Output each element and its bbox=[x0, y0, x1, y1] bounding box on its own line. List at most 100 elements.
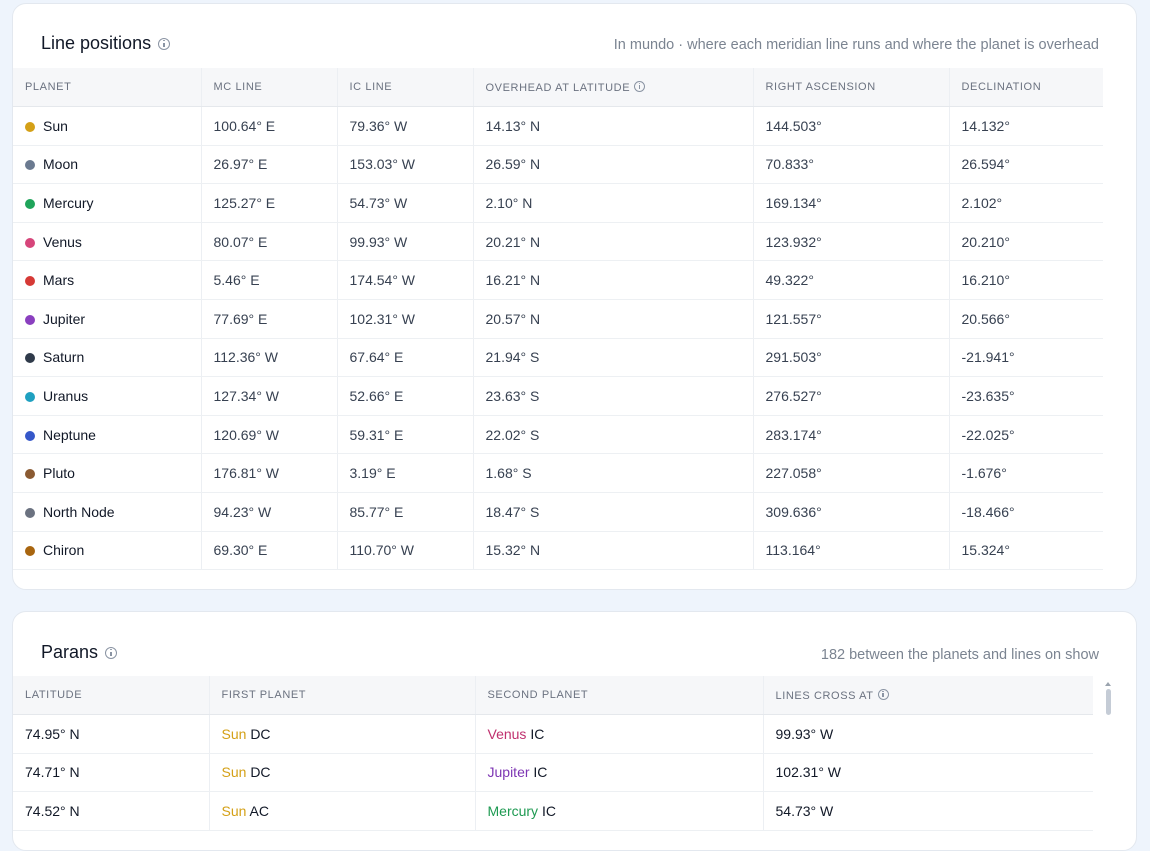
column-header-lines-cross-at-label: LINES CROSS AT bbox=[775, 689, 874, 702]
right-ascension-cell: 123.932° bbox=[753, 222, 950, 262]
table-row: Mars 5.46° E 174.54° W 16.21° N 49.322° 16.21… bbox=[13, 260, 1103, 300]
info-icon[interactable] bbox=[158, 37, 171, 50]
table-row: North Node 94.23° W 85.77° E 18.47° S 309.63… bbox=[13, 492, 1103, 532]
ic-line-cell: 174.54° W bbox=[337, 260, 474, 300]
right-ascension-cell: 227.058° bbox=[753, 453, 950, 493]
column-header-mc-line[interactable]: MC LINE bbox=[201, 68, 338, 107]
info-icon[interactable] bbox=[105, 646, 118, 659]
column-header-planet[interactable]: PLANET bbox=[13, 68, 202, 107]
overhead-latitude-cell: 2.10° N bbox=[473, 183, 754, 223]
column-header-right-ascension[interactable]: RIGHT ASCENSION bbox=[753, 68, 950, 107]
mc-line-cell: 80.07° E bbox=[201, 222, 338, 262]
lines-cross-at-cell: 102.31° W bbox=[763, 753, 1093, 793]
first-planet-line: DC bbox=[250, 764, 271, 781]
planet-color-dot bbox=[25, 430, 35, 441]
second-planet-line: IC bbox=[541, 802, 556, 819]
table-row: 74.71° N Sun DC Jupiter IC 102.31° W bbox=[13, 753, 1093, 793]
table-row: Moon 26.97° E 153.03° W 26.59° N 70.833° 26.5… bbox=[13, 145, 1103, 185]
overhead-latitude-cell: 22.02° S bbox=[473, 415, 754, 455]
first-planet-name: Sun bbox=[221, 764, 247, 781]
declination-cell: -22.025° bbox=[949, 415, 1103, 455]
planet-cell: Venus bbox=[13, 222, 202, 262]
overhead-latitude-cell: 20.57° N bbox=[473, 299, 754, 339]
declination-cell: 14.132° bbox=[949, 106, 1103, 146]
parans-subtitle: 182 between the planets and lines on sho… bbox=[820, 647, 1099, 663]
planet-color-dot bbox=[25, 198, 35, 209]
planet-name: North Node bbox=[43, 503, 115, 520]
second-planet-cell: Venus IC bbox=[475, 714, 764, 754]
planet-cell: Chiron bbox=[13, 531, 202, 571]
scrollbar-thumb[interactable] bbox=[1106, 689, 1111, 715]
right-ascension-cell: 283.174° bbox=[753, 415, 950, 455]
right-ascension-cell: 291.503° bbox=[753, 338, 950, 378]
mc-line-cell: 94.23° W bbox=[201, 492, 338, 532]
planet-color-dot bbox=[25, 353, 35, 364]
ic-line-cell: 79.36° W bbox=[337, 106, 474, 146]
scroll-up-arrow-icon[interactable] bbox=[1105, 682, 1111, 686]
planet-color-dot bbox=[25, 507, 35, 518]
right-ascension-cell: 49.322° bbox=[753, 260, 950, 300]
info-icon[interactable] bbox=[877, 688, 889, 700]
mc-line-cell: 5.46° E bbox=[201, 260, 338, 300]
column-header-overhead-label: OVERHEAD AT LATITUDE bbox=[485, 81, 631, 94]
line-positions-header: Line positions bbox=[41, 33, 171, 54]
planet-name: Venus bbox=[43, 233, 82, 250]
ic-line-cell: 99.93° W bbox=[337, 222, 474, 262]
first-planet-cell: Sun AC bbox=[209, 791, 476, 831]
planet-color-dot bbox=[25, 314, 35, 325]
planet-cell: Moon bbox=[13, 145, 202, 185]
planet-color-dot bbox=[25, 237, 35, 248]
column-header-first-planet[interactable]: FIRST PLANET bbox=[209, 676, 476, 715]
parans-title: Parans bbox=[41, 642, 99, 662]
column-header-second-planet[interactable]: SECOND PLANET bbox=[475, 676, 764, 715]
info-icon[interactable] bbox=[634, 80, 646, 92]
table-row: Sun 100.64° E 79.36° W 14.13° N 144.503° 14.1… bbox=[13, 106, 1103, 146]
overhead-latitude-cell: 20.21° N bbox=[473, 222, 754, 262]
declination-cell: -23.635° bbox=[949, 376, 1103, 416]
planet-name: Sun bbox=[43, 117, 68, 134]
ic-line-cell: 102.31° W bbox=[337, 299, 474, 339]
planet-cell: Saturn bbox=[13, 338, 202, 378]
overhead-latitude-cell: 26.59° N bbox=[473, 145, 754, 185]
latitude-cell: 74.95° N bbox=[13, 714, 210, 754]
planet-cell: Pluto bbox=[13, 453, 202, 493]
planet-cell: Sun bbox=[13, 106, 202, 146]
table-row: Chiron 69.30° E 110.70° W 15.32° N 113.164° 1… bbox=[13, 531, 1103, 571]
planet-name: Uranus bbox=[43, 387, 89, 404]
column-header-overhead[interactable]: OVERHEAD AT LATITUDE bbox=[473, 68, 754, 107]
column-header-declination[interactable]: DECLINATION bbox=[949, 68, 1103, 107]
column-header-latitude[interactable]: LATITUDE bbox=[13, 676, 210, 715]
ic-line-cell: 54.73° W bbox=[337, 183, 474, 223]
ic-line-cell: 67.64° E bbox=[337, 338, 474, 378]
second-planet-name: Venus bbox=[487, 725, 527, 742]
planet-color-dot bbox=[25, 391, 35, 402]
table-row: Jupiter 77.69° E 102.31° W 20.57° N 121.557°… bbox=[13, 299, 1103, 339]
table-header-row: LATITUDE FIRST PLANET SECOND PLANET LINE… bbox=[13, 676, 1093, 715]
first-planet-cell: Sun DC bbox=[209, 714, 476, 754]
planet-name: Neptune bbox=[43, 426, 96, 443]
table-row: 74.95° N Sun DC Venus IC 99.93° W bbox=[13, 714, 1093, 754]
planet-cell: Mercury bbox=[13, 183, 202, 223]
right-ascension-cell: 113.164° bbox=[753, 531, 950, 571]
latitude-cell: 74.52° N bbox=[13, 791, 210, 831]
second-planet-cell: Jupiter IC bbox=[475, 753, 764, 793]
mc-line-cell: 69.30° E bbox=[201, 531, 338, 571]
overhead-latitude-cell: 15.32° N bbox=[473, 531, 754, 571]
table-header-row: PLANET MC LINE IC LINE OVERHEAD AT LATIT… bbox=[13, 68, 1103, 107]
table-row: Mercury 125.27° E 54.73° W 2.10° N 169.134° 2… bbox=[13, 183, 1103, 223]
ic-line-cell: 59.31° E bbox=[337, 415, 474, 455]
second-planet-name: Mercury bbox=[487, 802, 539, 819]
planet-cell: Jupiter bbox=[13, 299, 202, 339]
column-header-lines-cross-at[interactable]: LINES CROSS AT bbox=[763, 676, 1093, 715]
lines-cross-at-cell: 54.73° W bbox=[763, 791, 1093, 831]
second-planet-line: IC bbox=[533, 764, 548, 781]
parans-header: Parans bbox=[41, 642, 118, 663]
column-header-ic-line[interactable]: IC LINE bbox=[337, 68, 474, 107]
ic-line-cell: 52.66° E bbox=[337, 376, 474, 416]
overhead-latitude-cell: 1.68° S bbox=[473, 453, 754, 493]
first-planet-cell: Sun DC bbox=[209, 753, 476, 793]
latitude-cell: 74.71° N bbox=[13, 753, 210, 793]
planet-cell: Uranus bbox=[13, 376, 202, 416]
planet-name: Moon bbox=[43, 156, 79, 173]
planet-color-dot bbox=[25, 121, 35, 132]
